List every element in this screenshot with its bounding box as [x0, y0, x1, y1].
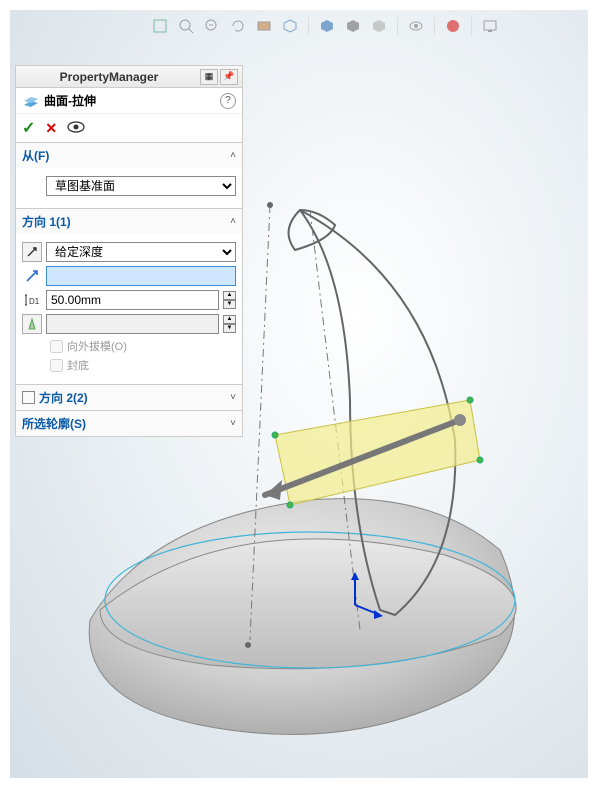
direction-reference-input[interactable] — [46, 266, 236, 286]
section-direction2: 方向 2(2) ˅ — [16, 384, 242, 410]
direction-icon[interactable] — [22, 266, 42, 286]
svg-text:D1: D1 — [29, 297, 40, 306]
feature-row: 曲面-拉伸 ? — [16, 88, 242, 114]
end-condition-dropdown[interactable]: 给定深度 — [46, 242, 236, 262]
hide-show-icon[interactable] — [406, 16, 426, 36]
section-contours-label: 所选轮廓(S) — [22, 415, 230, 432]
view-orient-icon[interactable] — [280, 16, 300, 36]
section-from: 从(F) ˄ 草图基准面 — [16, 142, 242, 208]
draft-outward-label: 向外拔模(O) — [67, 338, 127, 354]
draft-angle-input — [46, 314, 219, 334]
panel-title: PropertyManager — [20, 70, 198, 84]
section-dir1-label: 方向 1(1) — [22, 213, 230, 230]
draft-outward-checkbox — [50, 340, 63, 353]
cancel-button[interactable]: ✕ — [45, 120, 57, 137]
depth-spinner[interactable]: ▲▼ — [223, 291, 236, 309]
from-dropdown[interactable]: 草图基准面 — [46, 176, 236, 196]
chevron-up-icon: ˄ — [230, 216, 236, 227]
ok-button[interactable]: ✓ — [22, 118, 35, 138]
preview-button[interactable] — [67, 120, 85, 136]
section-contours: 所选轮廓(S) ˅ — [16, 410, 242, 436]
reverse-direction-icon[interactable] — [22, 242, 42, 262]
dir2-enable-checkbox[interactable] — [22, 391, 35, 404]
display-style2-icon[interactable] — [343, 16, 363, 36]
cap-checkbox — [50, 359, 63, 372]
section-from-label: 从(F) — [22, 147, 230, 164]
draft-icon[interactable] — [22, 314, 42, 334]
action-row: ✓ ✕ — [16, 114, 242, 142]
chevron-down-icon: ˅ — [230, 418, 236, 429]
chevron-down-icon: ˅ — [230, 392, 236, 403]
section-from-header[interactable]: 从(F) ˄ — [16, 143, 242, 168]
section-direction1: 方向 1(1) ˄ 给定深度 D1 — [16, 208, 242, 384]
zoom-prev-icon[interactable] — [202, 16, 222, 36]
chevron-up-icon: ˄ — [230, 150, 236, 161]
section-icon[interactable] — [254, 16, 274, 36]
property-manager-panel: PropertyManager ▦ 📌 曲面-拉伸 ? ✓ ✕ 从(F) ˄ 草… — [15, 65, 243, 437]
appearance-icon[interactable] — [443, 16, 463, 36]
surface-extrude-icon — [22, 93, 40, 109]
section-dir2-label: 方向 2(2) — [39, 389, 230, 406]
display-style-icon[interactable] — [317, 16, 337, 36]
depth-icon: D1 — [22, 290, 42, 310]
section-dir1-header[interactable]: 方向 1(1) ˄ — [16, 209, 242, 234]
zoom-fit-icon[interactable] — [150, 16, 170, 36]
feature-name: 曲面-拉伸 — [44, 92, 216, 109]
panel-options-button[interactable]: ▦ — [200, 69, 218, 85]
section-contours-header[interactable]: 所选轮廓(S) ˅ — [16, 411, 242, 436]
section-dir2-header[interactable]: 方向 2(2) ˅ — [16, 385, 242, 410]
cap-label: 封底 — [67, 357, 89, 373]
zoom-area-icon[interactable] — [176, 16, 196, 36]
heads-up-toolbar — [150, 14, 578, 38]
display-icon[interactable] — [480, 16, 500, 36]
panel-pin-button[interactable]: 📌 — [220, 69, 238, 85]
help-button[interactable]: ? — [220, 93, 236, 109]
draft-spinner: ▲▼ — [223, 315, 236, 333]
rotate-icon[interactable] — [228, 16, 248, 36]
depth-input[interactable] — [46, 290, 219, 310]
display-style3-icon[interactable] — [369, 16, 389, 36]
panel-titlebar: PropertyManager ▦ 📌 — [16, 66, 242, 88]
